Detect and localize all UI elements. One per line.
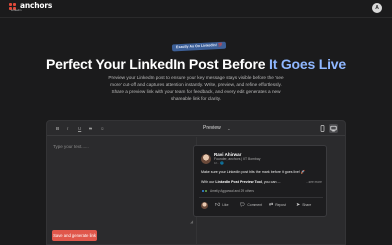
post-line-2: With our LinkedIn Post Preview Tool, you…	[201, 180, 280, 184]
chevron-down-icon[interactable]: ⌄	[227, 125, 231, 132]
share-label: Share	[302, 203, 312, 207]
repost-label: Repost	[275, 203, 286, 207]
hero-badge: Exactly As On LinkedIn! 💯	[171, 41, 227, 52]
post-time: 1h · 🌐	[214, 161, 224, 165]
reactions-text: Ameliy Aggarwal and 29 others	[210, 189, 254, 193]
send-icon: ➤	[296, 202, 301, 208]
repost-icon: ⇄	[269, 202, 274, 208]
linkedin-post-preview: Ravi Ahirwar Founder, anchors | IIT Bomb…	[193, 145, 327, 217]
bold-button[interactable]: B	[56, 125, 59, 132]
post-line-2-bold: LinkedIn Post Preview Tool	[215, 180, 262, 184]
comment-button[interactable]: 💬︎ Comment	[239, 202, 262, 209]
post-text-input[interactable]: Type your text......	[53, 144, 89, 149]
top-nav: anchors Linkedin A	[0, 0, 392, 16]
thumbs-up-icon: 👍︎	[215, 202, 221, 208]
post-divider	[199, 197, 323, 198]
preview-dropdown[interactable]: Preview	[203, 125, 221, 132]
brand-name: anchors	[20, 1, 53, 10]
share-button[interactable]: ➤ Share	[296, 202, 311, 209]
editor-toolbar: B I U S ☺ Preview ⌄	[47, 121, 345, 136]
post-line-2-suffix: , you can ...	[261, 180, 281, 184]
italic-button[interactable]: I	[67, 125, 68, 132]
see-more-link[interactable]: ...see more	[306, 180, 322, 184]
celebrate-reaction-icon	[204, 189, 208, 193]
post-editor: B I U S ☺ Preview ⌄ Type your text......…	[46, 120, 346, 245]
brand-sub: Linkedin	[11, 8, 22, 12]
post-line-1: Make sure your LinkedIn post hits the ma…	[201, 170, 306, 174]
author-avatar	[201, 154, 211, 164]
title-main: Perfect Your LinkedIn Post Before	[46, 56, 269, 72]
hero-subtitle: Preview your LinkedIn post to ensure you…	[108, 75, 284, 101]
mobile-view-icon[interactable]	[318, 124, 327, 133]
comment-label: Comment	[247, 203, 263, 207]
strikethrough-button[interactable]: S	[89, 125, 92, 132]
underline-button[interactable]: U	[78, 125, 81, 132]
resize-handle-icon[interactable]: ◢	[190, 219, 193, 224]
like-button[interactable]: 👍︎ Like	[215, 202, 228, 209]
nav-divider	[0, 17, 392, 18]
desktop-view-icon[interactable]	[329, 124, 338, 133]
post-line-2-prefix: With our	[201, 180, 216, 184]
post-actions: 👍︎ Like 💬︎ Comment ⇄ Repost ➤ Share	[199, 201, 323, 211]
reactions-summary[interactable]: Ameliy Aggarwal and 29 others	[201, 189, 254, 193]
user-avatar[interactable]: A	[372, 3, 382, 13]
save-generate-link-button[interactable]: Save and generate link	[52, 230, 97, 241]
emoji-button[interactable]: ☺	[100, 125, 105, 132]
like-label: Like	[222, 203, 229, 207]
viewer-avatar	[201, 202, 208, 209]
title-accent: It Goes Live	[269, 56, 346, 72]
comment-icon: 💬︎	[239, 202, 246, 208]
repost-button[interactable]: ⇄ Repost	[269, 202, 286, 209]
page-title: Perfect Your LinkedIn Post Before It Goe…	[0, 55, 392, 73]
